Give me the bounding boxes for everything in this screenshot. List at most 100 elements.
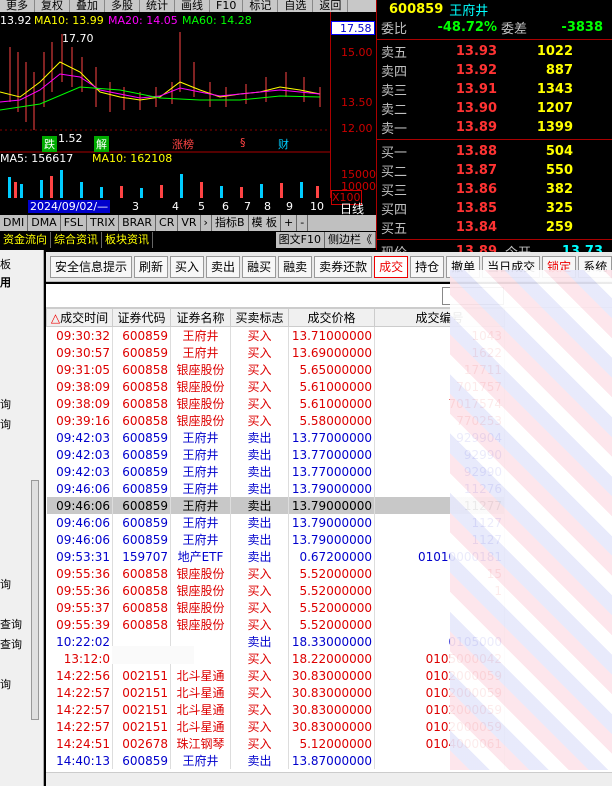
cell-name: 银座股份 bbox=[170, 565, 231, 582]
cell-time: 09:30:32 bbox=[46, 326, 113, 344]
table-row[interactable]: 14:22:57002151北斗星通买入30.83000000010200005… bbox=[46, 701, 505, 718]
table-row[interactable]: 09:38:09600858银座股份买入5.61000000701757 bbox=[46, 378, 505, 395]
tab-trix[interactable]: TRIX bbox=[87, 215, 120, 231]
buy-level-4[interactable]: 买四 13.85 325 bbox=[377, 199, 612, 218]
horizontal-scrollbar[interactable] bbox=[46, 772, 612, 786]
sell-level-1[interactable]: 卖一 13.89 1399 bbox=[377, 118, 612, 137]
nav-scrollbar[interactable] bbox=[31, 480, 39, 720]
vol-ma5-label: MA5: 156617 bbox=[0, 152, 74, 165]
table-row[interactable]: 09:30:32600859王府井买入13.710000001043 bbox=[46, 326, 505, 344]
table-row[interactable]: 14:22:57002151北斗星通买入30.83000000010200005… bbox=[46, 718, 505, 735]
sell-level-4[interactable]: 卖四 13.92 887 bbox=[377, 61, 612, 80]
table-row[interactable]: 09:30:57600859王府井买入13.690000001622 bbox=[46, 344, 505, 361]
menu-more[interactable]: 更多 bbox=[0, 0, 35, 12]
nav-item[interactable]: 询 bbox=[0, 676, 11, 692]
table-row[interactable]: 09:38:09600858银座股份买入5.610000007017574 bbox=[46, 395, 505, 412]
menu-f10[interactable]: F10 bbox=[210, 0, 244, 12]
buy-level-1[interactable]: 买一 13.88 504 bbox=[377, 142, 612, 161]
buy-level-5[interactable]: 买五 13.84 259 bbox=[377, 218, 612, 237]
nav-item[interactable]: 板 bbox=[0, 256, 11, 272]
sell-level-3[interactable]: 卖三 13.91 1343 bbox=[377, 80, 612, 99]
margin-buy-button[interactable]: 融买 bbox=[242, 255, 277, 278]
table-row[interactable]: 14:22:57002151北斗星通买入30.83000000010200005… bbox=[46, 684, 505, 701]
menu-draw[interactable]: 画线 bbox=[175, 0, 210, 12]
cell-time: 09:38:09 bbox=[46, 395, 113, 412]
col-flag[interactable]: 买卖标志 bbox=[230, 308, 289, 327]
buy-level-3[interactable]: 买三 13.86 382 bbox=[377, 180, 612, 199]
chart-menu-bar: 更多 复权 叠加 多股 统计 画线 F10 标记 自选 返回 bbox=[0, 0, 376, 12]
nav-item[interactable]: 询 bbox=[0, 416, 11, 432]
nav-item[interactable]: 询 bbox=[0, 576, 11, 592]
security-info-button[interactable]: 安全信息提示 bbox=[50, 255, 133, 278]
nav-item[interactable]: 查询 bbox=[0, 616, 22, 632]
table-row[interactable]: 14:22:56002151北斗星通买入30.83000000010200005… bbox=[46, 667, 505, 684]
table-row[interactable]: 09:46:06600859王府井卖出13.790000001127 bbox=[46, 531, 505, 548]
buy-button[interactable]: 买入 bbox=[170, 255, 205, 278]
tab-sector-news[interactable]: 板块资讯 bbox=[102, 232, 153, 248]
nav-item[interactable]: 用 bbox=[0, 274, 11, 290]
tab-fund-flow[interactable]: 资金流向 bbox=[0, 232, 51, 248]
table-row[interactable]: 09:53:31159707地产ETF卖出0.67200000010100001… bbox=[46, 548, 505, 565]
tab-dma[interactable]: DMA bbox=[28, 215, 61, 231]
sell-repay-button[interactable]: 卖券还款 bbox=[314, 255, 373, 278]
table-row[interactable]: 14:40:13 600859 王府井 卖出 13.87000000 bbox=[46, 752, 505, 769]
table-row[interactable]: 09:55:37 600858 银座股份 买入 5.52000000 bbox=[46, 599, 505, 616]
menu-back[interactable]: 返回 bbox=[313, 0, 349, 12]
table-row[interactable]: 09:46:06600859王府井卖出13.790000001127 bbox=[46, 514, 505, 531]
zoom-out-button[interactable]: - bbox=[297, 215, 309, 231]
event-marker-section[interactable]: § bbox=[240, 136, 246, 149]
col-price[interactable]: 成交价格 bbox=[288, 308, 375, 327]
menu-watchlist[interactable]: 自选 bbox=[278, 0, 314, 12]
menu-multi[interactable]: 多股 bbox=[105, 0, 140, 12]
table-row[interactable]: 09:55:39 600858 银座股份 买入 5.52000000 bbox=[46, 616, 505, 633]
table-row[interactable]: 09:46:06600859王府井卖出13.7900000011277 bbox=[46, 497, 505, 514]
tab-vr[interactable]: VR bbox=[178, 215, 201, 231]
cell-code: 600858 bbox=[112, 565, 171, 582]
table-row[interactable]: 09:42:03600859王府井卖出13.7700000092990 bbox=[46, 463, 505, 480]
col-code[interactable]: 证券代码 bbox=[112, 308, 171, 327]
positions-tab[interactable]: 持仓 bbox=[410, 255, 445, 278]
table-row[interactable]: 09:46:06600859王府井卖出13.7900000011276 bbox=[46, 480, 505, 497]
tab-sidebar[interactable]: 侧边栏《 bbox=[325, 232, 376, 248]
tab-more[interactable]: › bbox=[201, 215, 212, 231]
nav-item[interactable]: 询 bbox=[0, 396, 11, 412]
tab-f10[interactable]: 图文F10 bbox=[275, 232, 325, 248]
menu-stats[interactable]: 统计 bbox=[140, 0, 175, 12]
sell-level-2[interactable]: 卖二 13.90 1207 bbox=[377, 99, 612, 118]
tab-brar[interactable]: BRAR bbox=[119, 215, 157, 231]
refresh-button[interactable]: 刷新 bbox=[134, 255, 169, 278]
table-row[interactable]: 14:24:51002678珠江钢琴买入5.120000000104000061 bbox=[46, 735, 505, 752]
table-row[interactable]: 09:42:03600859王府井卖出13.77000000929904 bbox=[46, 429, 505, 446]
nav-item[interactable]: 查询 bbox=[0, 636, 22, 652]
sell-level-5[interactable]: 卖五 13.93 1022 bbox=[377, 42, 612, 61]
menu-mark[interactable]: 标记 bbox=[243, 0, 279, 12]
table-row[interactable]: 09:42:03600859王府井卖出13.7700000092990 bbox=[46, 446, 505, 463]
tab-general-news[interactable]: 综合资讯 bbox=[51, 232, 102, 248]
event-marker-drop[interactable]: 跌 bbox=[42, 136, 57, 152]
col-name[interactable]: 证券名称 bbox=[170, 308, 231, 327]
tab-fsl[interactable]: FSL bbox=[61, 215, 87, 231]
event-marker-unlock[interactable]: 解 bbox=[94, 136, 109, 152]
tab-cr[interactable]: CR bbox=[156, 215, 179, 231]
cell-time: 09:42:03 bbox=[46, 446, 113, 463]
event-marker-finance[interactable]: 财 bbox=[278, 136, 289, 152]
event-marker-list[interactable]: 涨榜 bbox=[172, 136, 194, 152]
col-time[interactable]: △成交时间 bbox=[46, 308, 113, 327]
tab-dmi[interactable]: DMI bbox=[0, 215, 29, 231]
zoom-in-button[interactable]: + bbox=[281, 215, 298, 231]
tab-indicator-b[interactable]: 指标B bbox=[212, 215, 249, 231]
table-row[interactable]: 09:55:36600858银座股份买入5.520000001 bbox=[46, 582, 505, 599]
margin-sell-button[interactable]: 融卖 bbox=[278, 255, 313, 278]
table-row[interactable]: 09:39:16600858银座股份买入5.58000000770253 bbox=[46, 412, 505, 429]
table-row[interactable]: 09:31:05600858银座股份买入5.6500000017711 bbox=[46, 361, 505, 378]
cell-name: 北斗星通 bbox=[170, 701, 231, 718]
menu-adjust[interactable]: 复权 bbox=[35, 0, 70, 12]
kline-chart[interactable]: 13.92 MA10: 13.99 MA20: 14.05 MA60: 14.2… bbox=[0, 12, 376, 213]
table-row[interactable]: 09:55:36600858银座股份买入5.5200000015 bbox=[46, 565, 505, 582]
menu-overlay[interactable]: 叠加 bbox=[70, 0, 105, 12]
sell-button[interactable]: 卖出 bbox=[206, 255, 241, 278]
executions-tab[interactable]: 成交 bbox=[374, 255, 409, 278]
tab-template[interactable]: 模 板 bbox=[249, 215, 281, 231]
buy-level-2[interactable]: 买二 13.87 550 bbox=[377, 161, 612, 180]
cell-flag: 买入 bbox=[230, 684, 289, 701]
